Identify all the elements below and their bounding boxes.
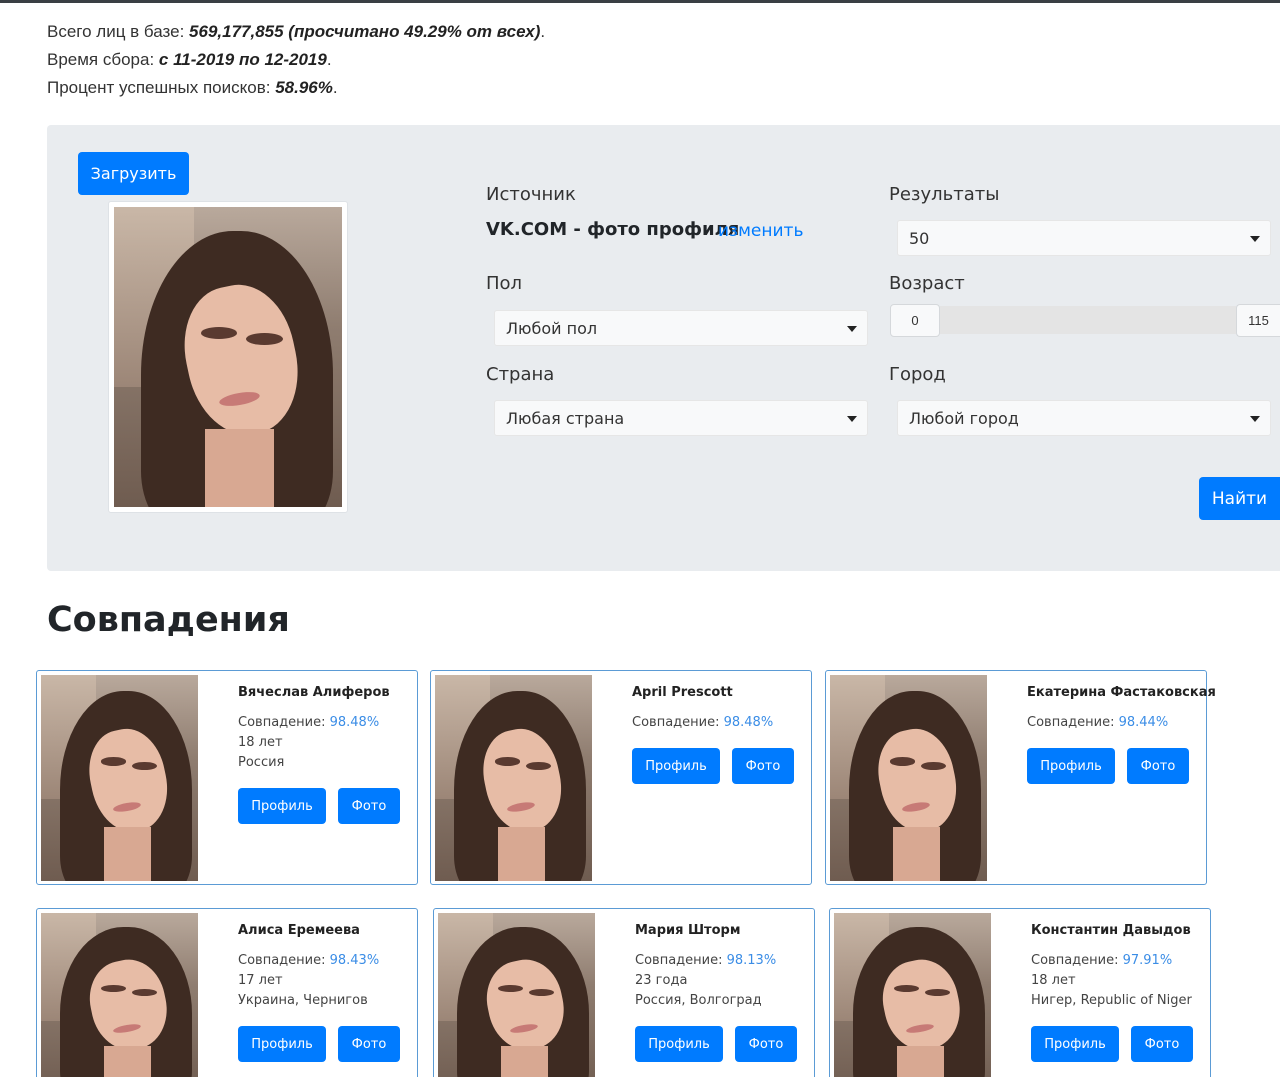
- stats-period: Время сбора: с 11-2019 по 12-2019.: [47, 50, 332, 69]
- source-label: Источник: [486, 184, 576, 205]
- result-info: April Prescott Совпадение: 98.48% Профил…: [632, 685, 794, 784]
- result-actions: Профиль Фото: [1031, 1026, 1193, 1062]
- photo-button[interactable]: Фото: [1131, 1026, 1193, 1062]
- country-select[interactable]: Любая страна: [494, 400, 868, 436]
- result-name: April Prescott: [632, 685, 733, 700]
- chevron-down-icon: [847, 326, 857, 332]
- stats-success: Процент успешных поисков: 58.96%.: [47, 78, 338, 97]
- country-select-value: Любая страна: [506, 408, 625, 428]
- results-heading: Совпадения: [47, 600, 290, 640]
- photo-button[interactable]: Фото: [338, 788, 400, 824]
- result-match: Совпадение: 98.44%: [1027, 715, 1169, 730]
- result-actions: Профиль Фото: [632, 748, 794, 784]
- city-select[interactable]: Любой город: [897, 400, 1271, 436]
- result-age: 18 лет: [238, 735, 283, 750]
- result-card: April Prescott Совпадение: 98.48% Профил…: [430, 670, 812, 885]
- result-match: Совпадение: 98.43%: [238, 953, 380, 968]
- result-location: Нигер, Republic of Niger: [1031, 993, 1192, 1008]
- result-photo: [834, 913, 991, 1077]
- results-label: Результаты: [889, 184, 1000, 205]
- result-photo: [435, 675, 592, 881]
- source-change-link[interactable]: изменить: [718, 221, 803, 241]
- age-label: Возраст: [889, 273, 965, 294]
- result-info: Екатерина Фастаковская Совпадение: 98.44…: [1027, 685, 1216, 784]
- find-button[interactable]: Найти: [1199, 477, 1280, 520]
- age-range-slider[interactable]: [940, 306, 1236, 334]
- result-age: 18 лет: [1031, 973, 1076, 988]
- results-select-value: 50: [909, 228, 930, 248]
- photo-button[interactable]: Фото: [732, 748, 794, 784]
- result-card: Мария Шторм Совпадение: 98.13% 23 года Р…: [433, 908, 815, 1077]
- age-min-input[interactable]: 0: [890, 304, 940, 337]
- profile-button[interactable]: Профиль: [238, 1026, 326, 1062]
- result-photo: [41, 675, 198, 881]
- result-actions: Профиль Фото: [238, 1026, 400, 1062]
- result-location: Россия, Волгоград: [635, 993, 762, 1008]
- upload-button[interactable]: Загрузить: [78, 152, 189, 195]
- result-info: Алиса Еремеева Совпадение: 98.43% 17 лет…: [238, 923, 400, 1062]
- chevron-down-icon: [1250, 236, 1260, 242]
- result-name: Екатерина Фастаковская: [1027, 685, 1216, 700]
- country-label: Страна: [486, 364, 555, 385]
- result-location: Украина, Чернигов: [238, 993, 368, 1008]
- stats-total: Всего лиц в базе: 569,177,855 (просчитан…: [47, 22, 546, 41]
- result-card: Екатерина Фастаковская Совпадение: 98.44…: [825, 670, 1216, 885]
- result-name: Константин Давыдов: [1031, 923, 1191, 938]
- photo-button[interactable]: Фото: [1127, 748, 1189, 784]
- profile-button[interactable]: Профиль: [632, 748, 720, 784]
- result-name: Вячеслав Алиферов: [238, 685, 390, 700]
- result-card: Алиса Еремеева Совпадение: 98.43% 17 лет…: [36, 908, 418, 1077]
- profile-button[interactable]: Профиль: [238, 788, 326, 824]
- result-actions: Профиль Фото: [238, 788, 400, 824]
- result-card: Константин Давыдов Совпадение: 97.91% 18…: [829, 908, 1211, 1077]
- city-label: Город: [889, 364, 946, 385]
- result-actions: Профиль Фото: [635, 1026, 797, 1062]
- city-select-value: Любой город: [909, 408, 1019, 428]
- gender-label: Пол: [486, 273, 523, 294]
- result-info: Вячеслав Алиферов Совпадение: 98.48% 18 …: [238, 685, 400, 824]
- search-panel: Загрузить Источник VK.COM - фото профиля…: [47, 125, 1280, 571]
- uploaded-photo: [114, 207, 342, 507]
- result-match: Совпадение: 98.13%: [635, 953, 777, 968]
- stats-block: Всего лиц в базе: 569,177,855 (просчитан…: [47, 18, 545, 102]
- gender-select-value: Любой пол: [506, 318, 598, 338]
- chevron-down-icon: [847, 416, 857, 422]
- results-select[interactable]: 50: [897, 220, 1271, 256]
- result-info: Константин Давыдов Совпадение: 97.91% 18…: [1031, 923, 1193, 1062]
- result-photo: [41, 913, 198, 1077]
- result-photo: [438, 913, 595, 1077]
- profile-button[interactable]: Профиль: [1027, 748, 1115, 784]
- result-match: Совпадение: 98.48%: [632, 715, 774, 730]
- source-value: VK.COM - фото профиля: [486, 219, 740, 240]
- result-card: Вячеслав Алиферов Совпадение: 98.48% 18 …: [36, 670, 418, 885]
- result-actions: Профиль Фото: [1027, 748, 1216, 784]
- chevron-down-icon: [1250, 416, 1260, 422]
- result-match: Совпадение: 98.48%: [238, 715, 380, 730]
- result-match: Совпадение: 97.91%: [1031, 953, 1173, 968]
- gender-select[interactable]: Любой пол: [494, 310, 868, 346]
- result-name: Мария Шторм: [635, 923, 741, 938]
- uploaded-photo-frame: [108, 201, 348, 513]
- result-photo: [830, 675, 987, 881]
- result-age: 17 лет: [238, 973, 283, 988]
- result-name: Алиса Еремеева: [238, 923, 360, 938]
- result-location: Россия: [238, 755, 285, 770]
- profile-button[interactable]: Профиль: [635, 1026, 723, 1062]
- profile-button[interactable]: Профиль: [1031, 1026, 1119, 1062]
- age-max-input[interactable]: 115: [1236, 304, 1280, 337]
- result-info: Мария Шторм Совпадение: 98.13% 23 года Р…: [635, 923, 797, 1062]
- top-border: [0, 0, 1280, 3]
- photo-button[interactable]: Фото: [735, 1026, 797, 1062]
- photo-button[interactable]: Фото: [338, 1026, 400, 1062]
- result-age: 23 года: [635, 973, 688, 988]
